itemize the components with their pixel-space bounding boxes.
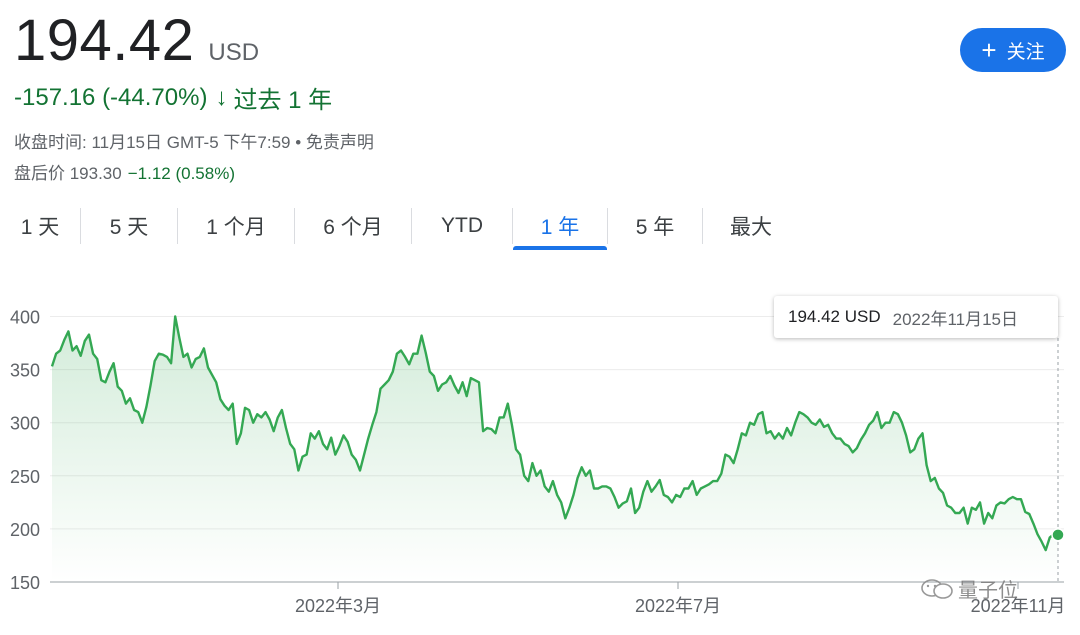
tab-label: 最大 bbox=[730, 216, 772, 239]
change-period: 过去 1 年 bbox=[233, 87, 333, 114]
tab-ytd[interactable]: YTD bbox=[412, 204, 512, 248]
tab-label: 6 个月 bbox=[323, 216, 383, 239]
time-range-tabs: 1 天 5 天 1 个月 6 个月 YTD 1 年 5 年 最大 bbox=[0, 204, 799, 250]
y-tick-label: 250 bbox=[10, 467, 40, 487]
after-hours-info: 盘后价 193.30 −1.12 (0.58%) bbox=[14, 159, 235, 184]
wechat-icon bbox=[921, 578, 953, 599]
tab-1-day[interactable]: 1 天 bbox=[0, 204, 80, 248]
tab-label: YTD bbox=[441, 214, 483, 237]
y-tick-label: 350 bbox=[10, 361, 40, 381]
tab-1-month[interactable]: 1 个月 bbox=[178, 204, 294, 248]
current-price: 194.42 bbox=[14, 8, 195, 73]
tab-label: 1 天 bbox=[20, 216, 60, 239]
tab-6-month[interactable]: 6 个月 bbox=[295, 204, 411, 248]
plus-icon: + bbox=[981, 35, 997, 65]
price-area bbox=[52, 316, 1058, 582]
price-chart[interactable]: 1502002503003504002022年3月 2022年7月 2022年11月 bbox=[0, 290, 1080, 635]
follow-label: 关注 bbox=[1006, 41, 1045, 63]
x-tick-label: 2022年3月 bbox=[295, 596, 381, 616]
last-price-point bbox=[1051, 528, 1065, 542]
tab-label: 1 个月 bbox=[206, 216, 266, 239]
watermark-text: 量子位 bbox=[958, 580, 1018, 602]
y-tick-label: 200 bbox=[10, 520, 40, 540]
price-block: 194.42 USD bbox=[14, 8, 259, 74]
tab-5-day[interactable]: 5 天 bbox=[81, 204, 177, 248]
y-tick-label: 150 bbox=[10, 573, 40, 593]
after-hours-price: 盘后价 193.30 bbox=[14, 164, 122, 183]
tab-label: 5 天 bbox=[109, 216, 149, 239]
y-tick-label: 400 bbox=[10, 308, 40, 328]
follow-button[interactable]: + 关注 bbox=[960, 28, 1066, 72]
currency-label: USD bbox=[208, 39, 260, 66]
change-value: -157.16 (-44.70%) bbox=[14, 83, 208, 111]
chart-tooltip: 194.42 USD 2022年11月15日 bbox=[774, 296, 1058, 338]
tab-label: 1 年 bbox=[540, 216, 580, 239]
tab-1-year[interactable]: 1 年 bbox=[513, 204, 607, 250]
tooltip-price: 194.42 USD bbox=[788, 307, 881, 326]
y-tick-label: 300 bbox=[10, 414, 40, 434]
tab-5-year[interactable]: 5 年 bbox=[608, 204, 702, 248]
price-change: -157.16 (-44.70%) ↓ 过去 1 年 bbox=[14, 80, 332, 115]
tab-max[interactable]: 最大 bbox=[703, 204, 799, 248]
watermark: 量子位 bbox=[920, 574, 1018, 603]
tab-label: 5 年 bbox=[635, 216, 675, 239]
arrow-down-icon: ↓ bbox=[215, 83, 228, 111]
tooltip-date: 2022年11月15日 bbox=[892, 309, 1018, 329]
x-tick-label: 2022年7月 bbox=[635, 596, 721, 616]
after-hours-change: −1.12 (0.58%) bbox=[127, 164, 235, 183]
close-info: 收盘时间: 11月15日 GMT-5 下午7:59 • 免责声明 bbox=[14, 133, 374, 152]
